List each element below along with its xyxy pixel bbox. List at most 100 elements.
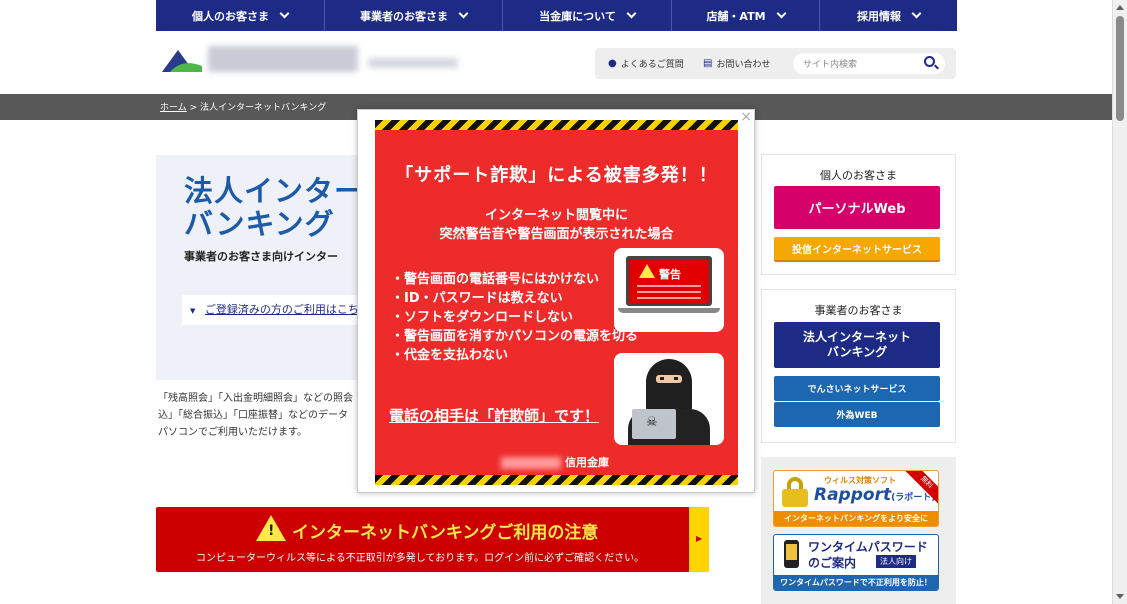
poster-headline: 「サポート詐欺」による被害多発！！ (395, 165, 718, 186)
nav-item-label: 店舗・ATM (706, 9, 766, 23)
padlock-icon (782, 477, 808, 507)
intro-line: パソコンでご利用いただけます。 (158, 427, 307, 438)
poster-subline-1: インターネット閲覧中に (484, 208, 628, 223)
intro-line: 込」「総合振込」「口座振替」などのデータ (158, 410, 348, 421)
faq-link[interactable]: ● よくあるご質問 (608, 57, 684, 70)
densai-net-button[interactable]: でんさいネットサービス (774, 376, 940, 401)
top-navigation: 個人のお客さま 事業者のお客さま 当金庫について 店舗・ATM 採用情報 (0, 0, 1112, 31)
advice-item: ・警告画面の電話番号にはかけない (391, 272, 600, 287)
login-link-label: ご登録済みの方のご利用はこちら (204, 303, 370, 316)
triangle-down-icon: ▼ (190, 307, 196, 315)
otp-title-line1: ワンタイムパスワード (808, 540, 928, 554)
warning-laptop-illustration: 警告 (614, 248, 724, 332)
scam-warning-modal: × 「サポート詐欺」による被害多発！！ インターネット閲覧中に 突然警告音や警告… (357, 109, 755, 493)
otp-footer: ワンタイムパスワードで不正利用を防止！ (774, 575, 938, 590)
corporate-banking-line1: 法人インターネット (802, 330, 911, 344)
business-login-box: 事業者のお客さま 法人インターネット バンキング でんさいネットサービス 外為W… (761, 289, 956, 443)
advice-item: ・代金を支払わない (391, 348, 509, 363)
header-utility-bar: ● よくあるご質問 ▤ お問い合わせ サイト内検索 (595, 48, 956, 79)
contact-link[interactable]: ▤ お問い合わせ (703, 57, 770, 70)
breadcrumb-current: 法人インターネットバンキング (200, 103, 327, 113)
nav-item-label: 採用情報 (857, 9, 901, 23)
page-title: 法人インター バンキング (184, 175, 374, 241)
caution-title: インターネットバンキングご利用の注意 (292, 523, 599, 543)
search-placeholder: サイト内検索 (803, 60, 858, 70)
breadcrumb-separator: > (189, 103, 198, 113)
advice-item: ・ID・パスワードは教えない (391, 291, 563, 306)
caution-description: コンピューターウィルス等による不正取引が多発しております。ログイン前に必ずご確認… (196, 553, 645, 564)
warning-text-line (637, 297, 701, 299)
page-scrollbar[interactable] (1112, 0, 1127, 604)
laptop-warning-screen-icon: 警告 (626, 256, 712, 306)
nav-item-business[interactable]: 事業者のお客さま (325, 0, 503, 31)
otp-corporate-tag: 法人向け (876, 555, 916, 568)
play-arrow-icon: ▶ (696, 534, 703, 543)
search-icon[interactable] (924, 56, 935, 67)
chevron-down-icon (626, 8, 637, 19)
intro-line: 「残高照会」「入出金明細照会」などの照会 (158, 393, 353, 404)
token-device-icon (784, 540, 799, 568)
contact-label: お問い合わせ (716, 60, 771, 70)
breadcrumb: ホーム > 法人インターネットバンキング (160, 100, 326, 113)
security-caution-banner[interactable]: ! インターネットバンキングご利用の注意 コンピューターウィルス等による不正取引… (156, 507, 709, 572)
nav-item-recruit[interactable]: 採用情報 (820, 0, 957, 31)
laptop-base (618, 308, 720, 313)
scrollbar-thumb[interactable] (1116, 16, 1124, 121)
corporate-banking-button[interactable]: 法人インターネット バンキング (774, 322, 940, 368)
nav-item-branches[interactable]: 店舗・ATM (672, 0, 820, 31)
page-title-line2: バンキング (184, 207, 335, 241)
rapport-footer: インターネットバンキングをより安全に (774, 511, 938, 526)
warning-label: 警告 (659, 268, 681, 281)
advice-item: ・警告画面を消すかパソコンの電源を切る (391, 329, 639, 344)
nav-item-label: 個人のお客さま (192, 9, 269, 23)
warning-icon (639, 264, 655, 278)
caution-arrow-tab[interactable]: ▶ (689, 507, 709, 572)
hacker-eyes (660, 377, 678, 380)
poster-advice-list: ・警告画面の電話番号にはかけない ・ID・パスワードは教えない ・ソフトをダウン… (391, 270, 638, 365)
breadcrumb-home-link[interactable]: ホーム (160, 103, 187, 113)
warning-text-line (637, 285, 701, 287)
support-scam-poster: 「サポート詐欺」による被害多発！！ インターネット閲覧中に 突然警告音や警告画面… (375, 120, 738, 485)
chevron-down-icon (911, 8, 922, 19)
chevron-down-icon (776, 8, 786, 19)
site-search-input[interactable]: サイト内検索 (793, 53, 945, 74)
otp-title-line2: のご案内 (808, 556, 857, 570)
close-icon[interactable]: × (740, 109, 752, 125)
chevron-down-icon (458, 8, 469, 19)
foreign-exchange-web-button[interactable]: 外為WEB (774, 402, 940, 427)
warning-text-line (637, 291, 701, 293)
hacker-illustration: ☠ (614, 353, 724, 445)
hazard-stripe-bottom (375, 475, 738, 485)
bank-name-logo[interactable] (208, 46, 358, 72)
global-nav-bar: 個人のお客さま 事業者のお客さま 当金庫について 店舗・ATM 採用情報 (156, 0, 957, 31)
personal-web-button[interactable]: パーソナルWeb (774, 186, 940, 229)
investment-trust-button[interactable]: 投信インターネットサービス (774, 237, 940, 262)
business-heading: 事業者のお客さま (814, 304, 903, 317)
personal-heading: 個人のお客さま (820, 169, 897, 182)
scroll-up-arrow-icon[interactable] (1116, 5, 1124, 10)
hazard-stripe-top (375, 120, 738, 130)
login-link[interactable]: ▼ ご登録済みの方のご利用はこちら (182, 295, 382, 325)
corporate-banking-line2: バンキング (826, 345, 888, 359)
intro-paragraph: 「残高照会」「入出金明細照会」などの照会 込」「総合振込」「口座振替」などのデー… (158, 390, 358, 441)
chat-bubbles-icon: ● (608, 58, 617, 69)
rapport-banner[interactable]: ウィルス対策ソフト Rapport(ラポート) 無料 インターネットバンキングを… (773, 470, 939, 527)
warning-icon: ! (256, 515, 286, 541)
sidebar-ads: ウィルス対策ソフト Rapport(ラポート) 無料 インターネットバンキングを… (761, 457, 956, 604)
poster-footer: 信用金庫 (565, 456, 609, 469)
bank-tagline (368, 58, 458, 68)
bank-logo-icon[interactable] (160, 46, 204, 74)
rapport-name: Rapport (814, 485, 892, 505)
page-subtitle: 事業者のお客さま向けインター (184, 250, 338, 263)
one-time-password-banner[interactable]: ワンタイムパスワード のご案内 法人向け ワンタイムパスワードで不正利用を防止！ (773, 534, 939, 591)
advice-item: ・ソフトをダウンロードしない (391, 310, 574, 325)
hacker-hood (646, 359, 692, 415)
nav-item-personal[interactable]: 個人のお客さま (156, 0, 325, 31)
rapport-title: Rapport(ラポート) (814, 485, 935, 505)
page-title-line1: 法人インター (184, 174, 365, 208)
nav-item-about[interactable]: 当金庫について (503, 0, 672, 31)
poster-subline-2: 突然警告音や警告画面が表示された場合 (439, 227, 674, 242)
chevron-down-icon (279, 8, 290, 19)
bank-name-redacted (501, 457, 561, 469)
scroll-down-arrow-icon[interactable] (1116, 594, 1124, 599)
